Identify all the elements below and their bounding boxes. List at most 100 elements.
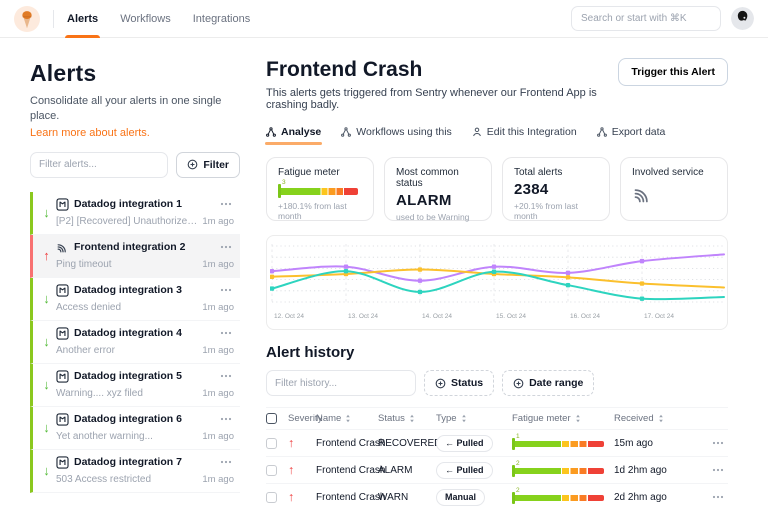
column-fatigue-meter[interactable]: Fatigue meter (512, 413, 614, 424)
card-value: 2384 (514, 181, 598, 198)
row-checkbox[interactable] (266, 492, 277, 503)
row-status: WARN (378, 492, 436, 503)
tab-label: Edit this Integration (487, 126, 577, 138)
metric-cards: Fatigue meter 3 +180.1% from last month … (266, 157, 728, 221)
circle-plus-icon (187, 159, 198, 170)
row-received: 2d 2hm ago (614, 492, 702, 503)
card-note: +180.1% from last month (278, 201, 362, 221)
page-description: This alerts gets triggered from Sentry w… (266, 87, 618, 111)
row-received: 15m ago (614, 438, 702, 449)
alert-item-body: Datadog integration 5 Warning.... xyz fi… (56, 370, 234, 399)
datadog-logo-icon (56, 413, 69, 426)
row-checkbox[interactable] (266, 465, 277, 476)
alert-list-item[interactable]: ↓ Datadog integration 3 Access denied 1m… (30, 278, 240, 321)
alert-detail: Yet another warning... (56, 431, 153, 442)
tab-analyse[interactable]: Analyse (266, 126, 321, 145)
alert-item-body: Datadog integration 1 [P2] [Recovered] U… (56, 198, 234, 227)
column-received[interactable]: Received (614, 413, 702, 424)
alert-item-body: Datadog integration 6 Yet another warnin… (56, 413, 234, 442)
alert-time: 1m ago (202, 388, 234, 399)
nav-tab-alerts[interactable]: Alerts (67, 0, 98, 38)
row-fatigue-meter: 2 (512, 491, 604, 504)
alert-list-item[interactable]: ↓ Datadog integration 6 Yet another warn… (30, 407, 240, 450)
date-range-filter-button[interactable]: Date range (502, 370, 594, 396)
more-menu-icon[interactable] (218, 372, 234, 380)
more-menu-icon[interactable] (218, 200, 234, 208)
alert-detail: Access denied (56, 302, 121, 313)
alert-name: Datadog integration 6 (74, 413, 213, 425)
card-label: Involved service (632, 167, 716, 178)
alert-list-item[interactable]: ↓ Datadog integration 1 [P2] [Recovered]… (30, 192, 240, 235)
row-more-menu-icon[interactable] (710, 439, 728, 447)
alert-list-item[interactable]: ↓ Datadog integration 4 Another error 1m… (30, 321, 240, 364)
sort-icon (575, 414, 581, 423)
table-header-row: Severity Name Status Type Fatigue meter … (266, 407, 728, 430)
select-all-checkbox[interactable] (266, 413, 277, 424)
history-row[interactable]: ↑ Frontend Crash WARN Manual 2 2d 2hm ag… (266, 484, 728, 508)
svg-text:15. Oct 24: 15. Oct 24 (496, 313, 526, 320)
severity-down-icon: ↓ (37, 413, 56, 442)
workflows-icon (341, 127, 351, 137)
svg-text:17. Oct 24: 17. Oct 24 (644, 313, 674, 320)
more-menu-icon[interactable] (218, 458, 234, 466)
alert-list-item[interactable]: ↓ Datadog integration 5 Warning.... xyz … (30, 364, 240, 407)
tab-export-data[interactable]: Export data (597, 126, 666, 145)
learn-more-link[interactable]: Learn more about alerts. (30, 127, 150, 139)
filter-button-label: Filter (203, 159, 229, 171)
card-note: used to be Warning (396, 212, 480, 222)
alert-detail: 503 Access restricted (56, 474, 151, 485)
app-logo-icon[interactable] (14, 6, 40, 32)
more-menu-icon[interactable] (218, 329, 234, 337)
row-more-menu-icon[interactable] (710, 493, 728, 501)
person-icon (472, 127, 482, 137)
tab-edit-integration[interactable]: Edit this Integration (472, 126, 577, 145)
alert-time: 1m ago (202, 259, 234, 270)
filter-alerts-input[interactable] (30, 152, 168, 178)
column-name[interactable]: Name (316, 413, 378, 424)
nav-tab-integrations[interactable]: Integrations (193, 0, 250, 38)
alert-time: 1m ago (202, 302, 234, 313)
history-row[interactable]: ↑ Frontend Crash ALARM ← Pulled 2 1d 2hm… (266, 457, 728, 484)
alert-list-item-selected[interactable]: ↑ Frontend integration 2 Ping timeout 1m… (30, 235, 240, 278)
alert-list-item[interactable]: ↓ Datadog integration 7 503 Access restr… (30, 450, 240, 493)
alert-time: 1m ago (202, 474, 234, 485)
tab-workflows-using-this[interactable]: Workflows using this (341, 126, 452, 145)
filter-history-input[interactable] (266, 370, 416, 396)
column-type[interactable]: Type (436, 413, 512, 424)
analyse-icon (266, 127, 276, 137)
row-received: 1d 2hm ago (614, 465, 702, 476)
row-checkbox[interactable] (266, 438, 277, 449)
trigger-alert-button[interactable]: Trigger this Alert (618, 58, 728, 86)
sort-icon (461, 414, 467, 423)
column-severity: Severity (288, 413, 316, 424)
row-more-menu-icon[interactable] (710, 466, 728, 474)
more-menu-icon[interactable] (218, 243, 234, 251)
alerts-sidebar: Alerts Consolidate all your alerts in on… (0, 38, 240, 508)
type-badge: ← Pulled (436, 435, 493, 452)
user-avatar[interactable] (731, 7, 754, 30)
history-row[interactable]: ↑ Frontend Crash RECOVERED ← Pulled 1 15… (266, 430, 728, 457)
row-status: ALARM (378, 465, 436, 476)
svg-text:14. Oct 24: 14. Oct 24 (422, 313, 452, 320)
circle-plus-icon (435, 378, 446, 389)
alert-time: 1m ago (202, 431, 234, 442)
more-menu-icon[interactable] (218, 415, 234, 423)
detail-tabs: Analyse Workflows using this Edit this I… (266, 126, 728, 145)
sidebar-subtitle: Consolidate all your alerts in one singl… (30, 94, 235, 124)
alert-name: Datadog integration 7 (74, 456, 213, 468)
nav-tab-workflows[interactable]: Workflows (120, 0, 171, 38)
alert-name: Datadog integration 3 (74, 284, 213, 296)
global-search-input[interactable] (571, 6, 721, 31)
alert-item-body: Datadog integration 7 503 Access restric… (56, 456, 234, 485)
filter-button[interactable]: Filter (176, 152, 240, 178)
alert-item-body: Frontend integration 2 Ping timeout 1m a… (56, 241, 234, 270)
row-status: RECOVERED (378, 438, 436, 449)
alert-name: Datadog integration 4 (74, 327, 213, 339)
history-filter-row: Status Date range (266, 370, 728, 396)
severity-down-icon: ↓ (37, 198, 56, 227)
more-menu-icon[interactable] (218, 286, 234, 294)
status-filter-button[interactable]: Status (424, 370, 494, 396)
alert-list: ↓ Datadog integration 1 [P2] [Recovered]… (30, 192, 240, 493)
column-status[interactable]: Status (378, 413, 436, 424)
datadog-logo-icon (56, 327, 69, 340)
